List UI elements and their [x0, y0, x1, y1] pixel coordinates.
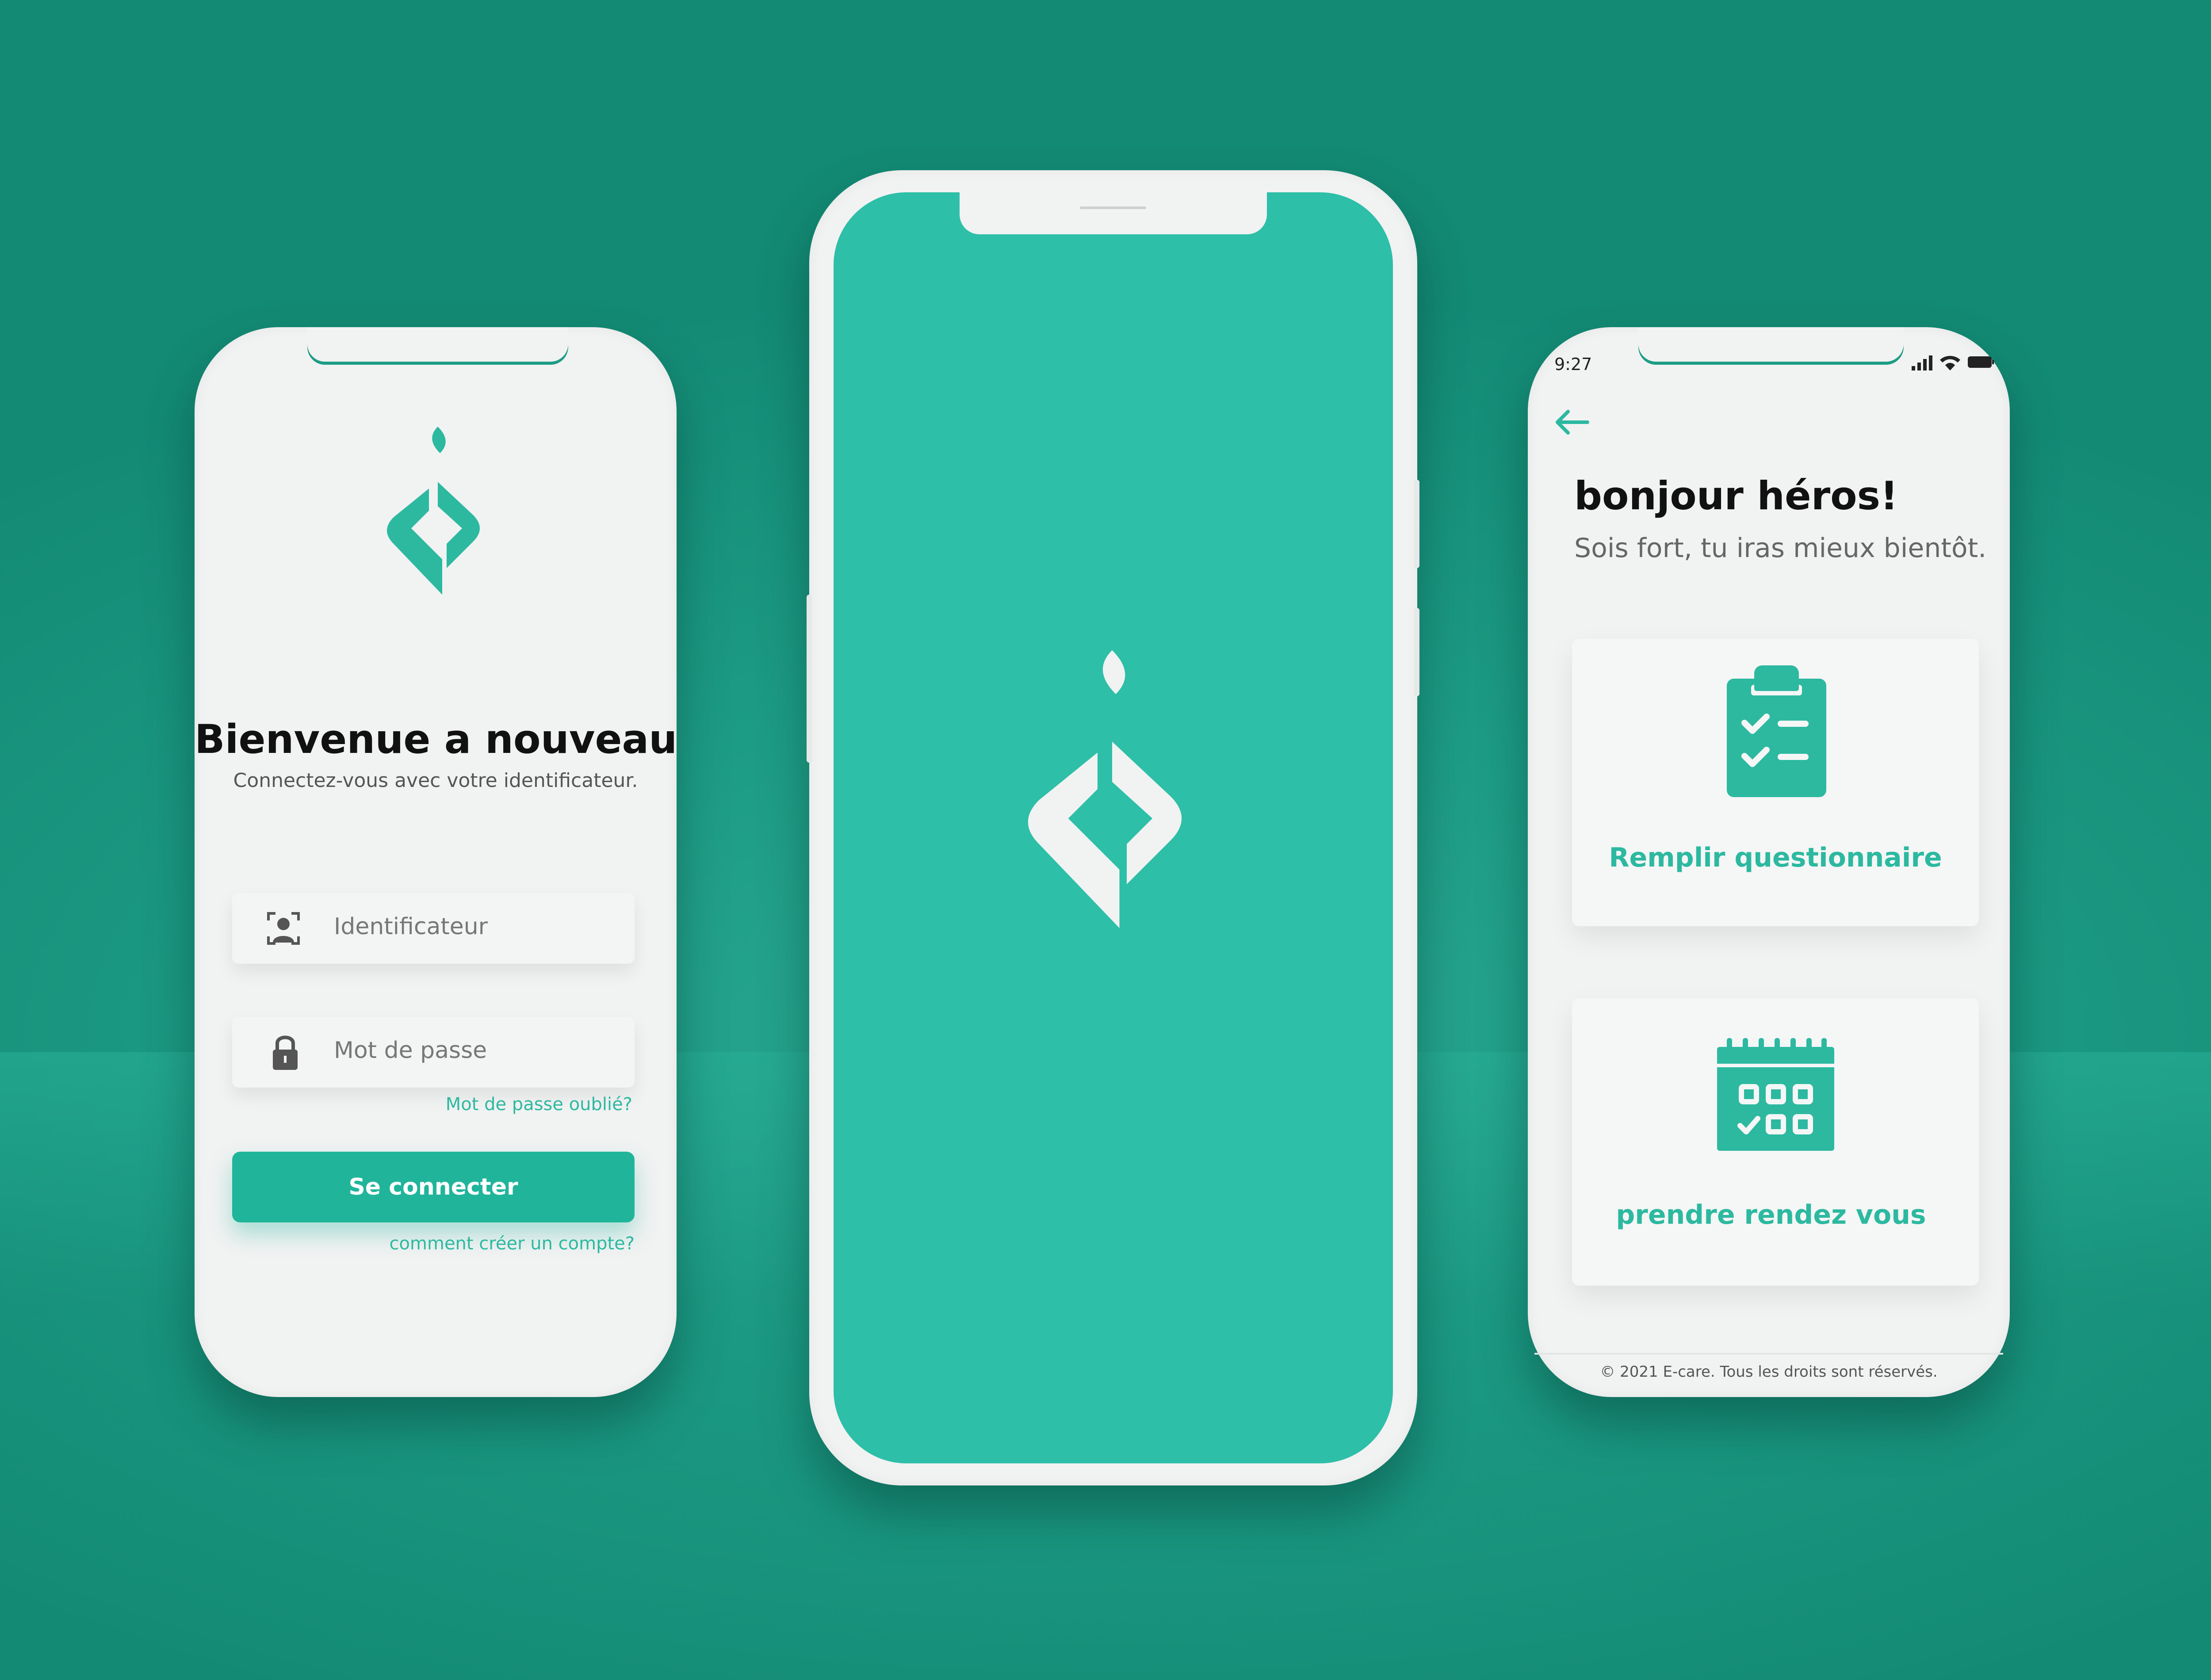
home-notch-inner — [1638, 327, 1904, 362]
status-time: 9:27 — [1554, 355, 1592, 374]
forgot-password-link[interactable]: Mot de passe oublié? — [446, 1094, 632, 1115]
clipboard-check-icon — [1727, 665, 1826, 797]
password-placeholder: Mot de passe — [334, 1037, 487, 1064]
splash-notch — [960, 190, 1267, 234]
lock-icon — [273, 1035, 298, 1070]
password-input[interactable]: Mot de passe — [232, 1017, 635, 1088]
signal-icon — [1912, 355, 1932, 370]
ecare-logo-icon — [387, 427, 480, 595]
home-greeting: bonjour héros! — [1574, 473, 1898, 519]
appointment-card[interactable]: prendre rendez vous — [1572, 998, 1979, 1286]
login-notch-inner — [307, 327, 568, 362]
login-subtitle: Connectez-vous avec votre identificateur… — [233, 769, 638, 792]
questionnaire-card[interactable]: Remplir questionnaire — [1572, 639, 1979, 926]
face-id-icon — [267, 912, 300, 945]
home-subtitle: Sois fort, tu iras mieux bientôt. — [1574, 533, 1987, 564]
battery-icon — [1968, 356, 1994, 368]
questionnaire-card-label: Remplir questionnaire — [1609, 842, 1942, 873]
home-footer-divider — [1534, 1353, 2003, 1355]
side-button-1 — [1414, 480, 1419, 568]
identifier-placeholder: Identificateur — [334, 913, 488, 940]
create-account-link[interactable]: comment créer un compte? — [390, 1233, 635, 1254]
splash-phone — [807, 170, 1419, 1485]
wifi-icon — [1940, 356, 1960, 370]
login-phone: Bienvenue a nouveau Connectez-vous avec … — [195, 327, 677, 1397]
login-title: Bienvenue a nouveau — [195, 716, 677, 763]
appointment-card-label: prendre rendez vous — [1616, 1199, 1926, 1230]
ecare-logo-icon — [1028, 650, 1182, 928]
home-phone: 9:27 bonjour héros! Sois fort, tu iras m… — [1528, 327, 2010, 1397]
calendar-icon — [1717, 1038, 1834, 1151]
identifier-input[interactable]: Identificateur — [232, 893, 635, 964]
side-button-3 — [807, 595, 812, 763]
splash-speaker — [1080, 206, 1146, 209]
home-footer: © 2021 E-care. Tous les droits sont rése… — [1600, 1363, 1938, 1381]
side-button-2 — [1414, 608, 1419, 696]
arrow-left-icon[interactable] — [1552, 409, 1592, 435]
login-button[interactable]: Se connecter — [232, 1152, 635, 1222]
